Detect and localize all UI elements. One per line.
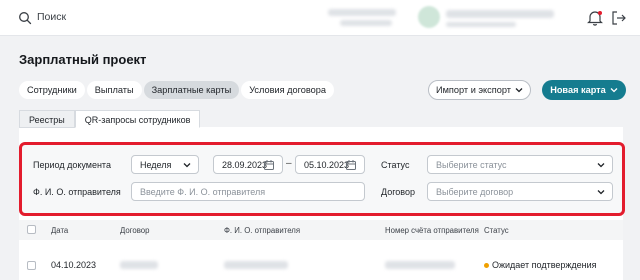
date-from-field[interactable]: 28.09.2023 [213,155,283,174]
blurred-contract [120,261,158,269]
contract-select[interactable]: Выберите договор [427,182,613,201]
blurred-user-info [446,22,516,27]
period-select[interactable]: Неделя [131,155,199,174]
subtab-registers[interactable]: Реестры [19,110,75,128]
status-pending-dot [484,263,489,268]
chevron-down-icon [610,88,618,93]
blurred-org-info-secondary [340,20,392,26]
tab-salary-cards[interactable]: Зарплатные карты [143,81,240,99]
period-value: Неделя [140,159,172,170]
filter-panel [19,142,625,216]
contract-label: Договор [381,187,415,197]
sender-name-placeholder: Введите Ф. И. О. отправителя [140,186,266,197]
chevron-down-icon [597,190,605,195]
contract-placeholder: Выберите договор [436,186,514,197]
logout-icon[interactable] [610,9,628,27]
row-checkbox[interactable] [27,261,36,270]
column-status[interactable]: Статус [484,226,509,235]
subtab-bar: Реестры QR-запросы сотрудников [19,110,201,128]
blurred-user-name[interactable] [446,10,554,18]
sender-name-input[interactable]: Введите Ф. И. О. отправителя [131,182,365,201]
chevron-down-icon [597,163,605,168]
avatar[interactable] [418,6,440,28]
column-contract[interactable]: Договор [120,226,149,235]
search-input[interactable]: Поиск [37,11,66,23]
blurred-account-number [385,261,455,269]
status-label: Статус [381,160,410,170]
status-placeholder: Выберите статус [436,159,507,170]
blurred-sender-name [224,261,288,269]
column-sender-name[interactable]: Ф. И. О. отправителя [224,226,300,235]
date-to-field[interactable]: 05.10.2023 [295,155,365,174]
column-date[interactable]: Дата [51,226,68,235]
blurred-org-info [328,9,396,16]
tab-contract-terms[interactable]: Условия договора [241,81,334,99]
new-card-button[interactable]: Новая карта [542,80,626,100]
tab-payments[interactable]: Выплаты [86,81,142,99]
row-status: Ожидает подтверждения [492,260,597,270]
select-all-checkbox[interactable] [27,225,36,234]
status-select[interactable]: Выберите статус [427,155,613,174]
row-date: 04.10.2023 [51,260,97,270]
subtab-qr-requests[interactable]: QR-запросы сотрудников [74,110,201,128]
sender-name-label: Ф. И. О. отправителя [33,187,121,197]
top-bar: Поиск [0,0,640,36]
tab-bar: Сотрудники Выплаты Зарплатные карты Усло… [19,81,334,99]
calendar-icon[interactable] [263,159,275,171]
search-icon[interactable] [18,11,32,25]
date-from-value: 28.09.2023 [222,159,268,170]
date-range-separator: – [286,158,292,169]
table-header [19,220,623,240]
date-to-value: 05.10.2023 [304,159,350,170]
period-label: Период документа [33,160,111,170]
import-export-button[interactable]: Импорт и экспорт [428,80,531,100]
notification-bell-icon[interactable] [586,9,604,27]
chevron-down-icon [183,163,191,168]
import-export-label: Импорт и экспорт [436,85,511,95]
chevron-down-icon [515,88,523,93]
calendar-icon[interactable] [345,159,357,171]
column-sender-account[interactable]: Номер счёта отправителя [385,226,479,235]
page-title: Зарплатный проект [19,52,147,67]
new-card-label: Новая карта [550,85,606,95]
tab-employees[interactable]: Сотрудники [19,81,85,99]
